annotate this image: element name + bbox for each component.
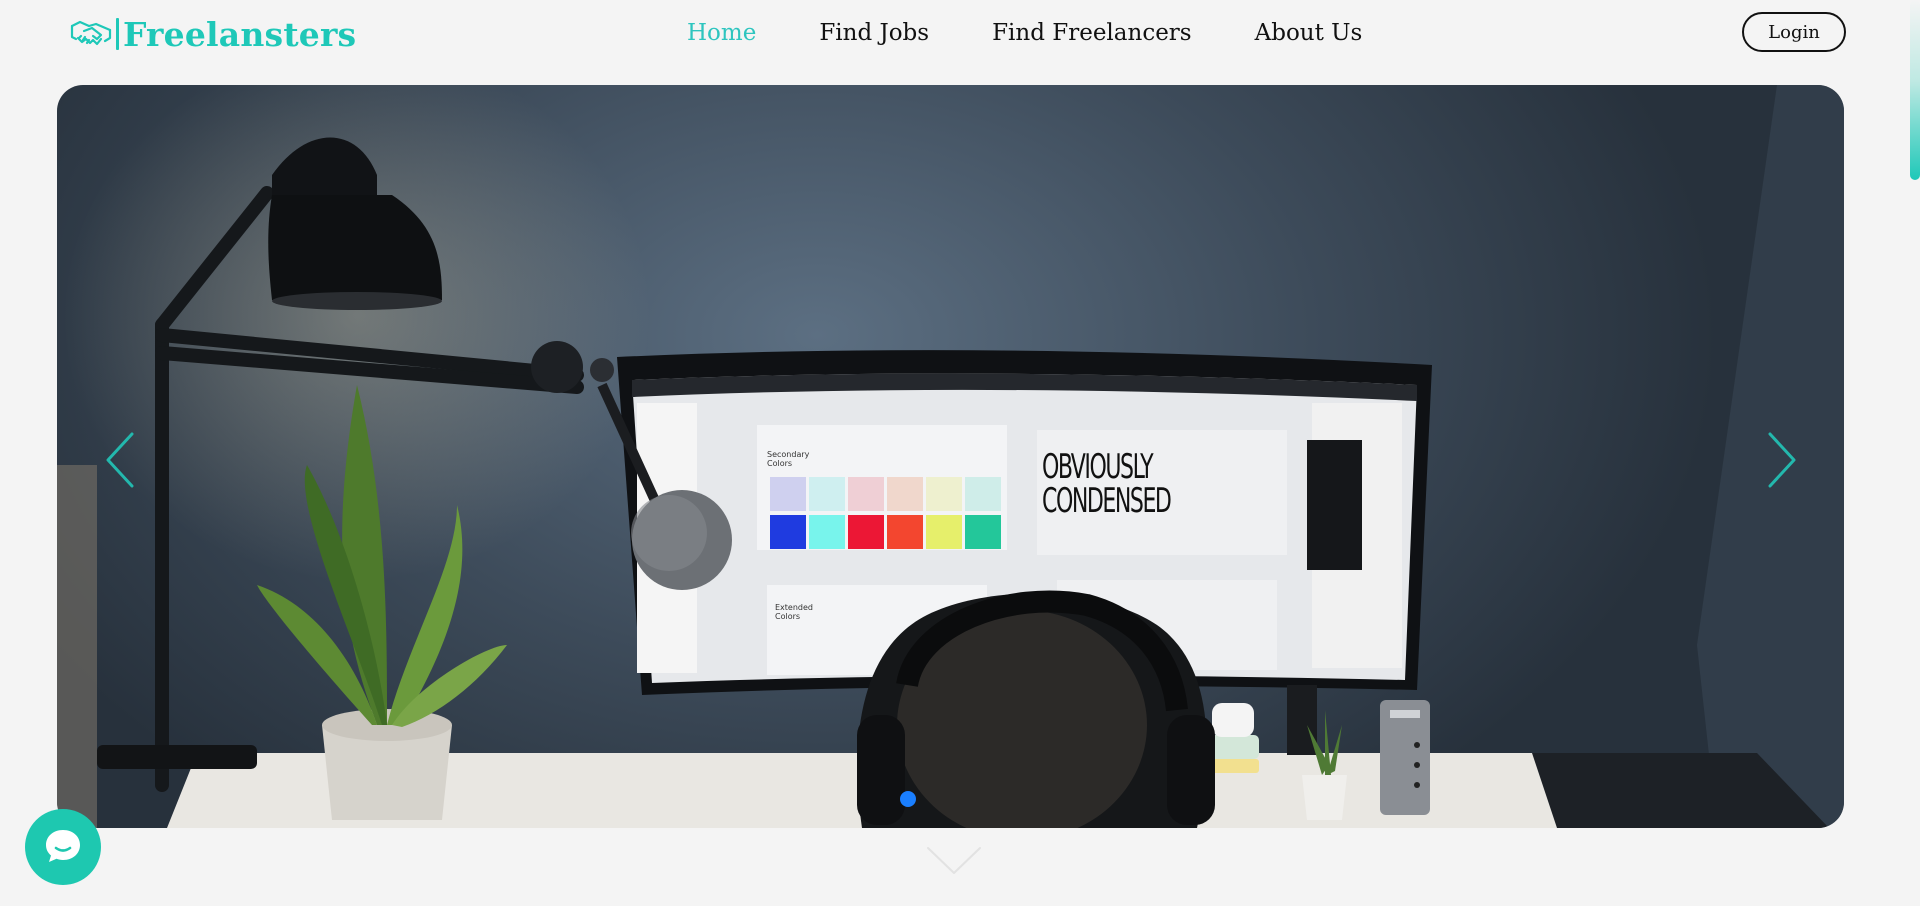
nav-home[interactable]: Home	[687, 20, 756, 46]
monitor-display-text: OBVIOUSLY CONDENSED	[1042, 447, 1172, 521]
main-nav: Home Find Jobs Find Freelancers About Us	[687, 14, 1362, 52]
logo-divider	[116, 18, 119, 50]
chat-bubble-icon	[46, 830, 80, 862]
chat-button[interactable]	[25, 809, 101, 885]
carousel-indicators	[900, 791, 916, 807]
monitor-secondary-label: Secondary Colors	[767, 450, 810, 468]
handshake-icon	[70, 20, 112, 46]
monitor-headline-2: CONDENSED	[1042, 481, 1172, 521]
carousel-prev-button[interactable]	[97, 420, 145, 500]
hero-image	[57, 85, 1844, 828]
monitor-headline-1: OBVIOUSLY	[1042, 447, 1154, 487]
hero-carousel: OBVIOUSLY CONDENSED Secondary Colors Ext…	[57, 85, 1844, 828]
nav-find-freelancers[interactable]: Find Freelancers	[992, 20, 1192, 46]
scroll-down-button[interactable]	[924, 844, 984, 878]
carousel-dot-active[interactable]	[900, 791, 916, 807]
nav-about-us[interactable]: About Us	[1255, 20, 1363, 46]
brand-name: Freelansters	[123, 14, 357, 54]
chevron-right-icon	[1768, 432, 1796, 488]
carousel-next-button[interactable]	[1757, 420, 1805, 500]
chevron-left-icon	[106, 432, 134, 488]
site-header: Freelansters Home Find Jobs Find Freelan…	[0, 0, 1920, 66]
login-button[interactable]: Login	[1742, 12, 1846, 52]
nav-find-jobs[interactable]: Find Jobs	[819, 20, 929, 46]
logo-link[interactable]: Freelansters	[70, 14, 356, 54]
page-scrollbar-thumb[interactable]	[1910, 0, 1920, 180]
chevron-down-icon	[927, 847, 981, 874]
monitor-extended-label: Extended Colors	[775, 603, 813, 621]
